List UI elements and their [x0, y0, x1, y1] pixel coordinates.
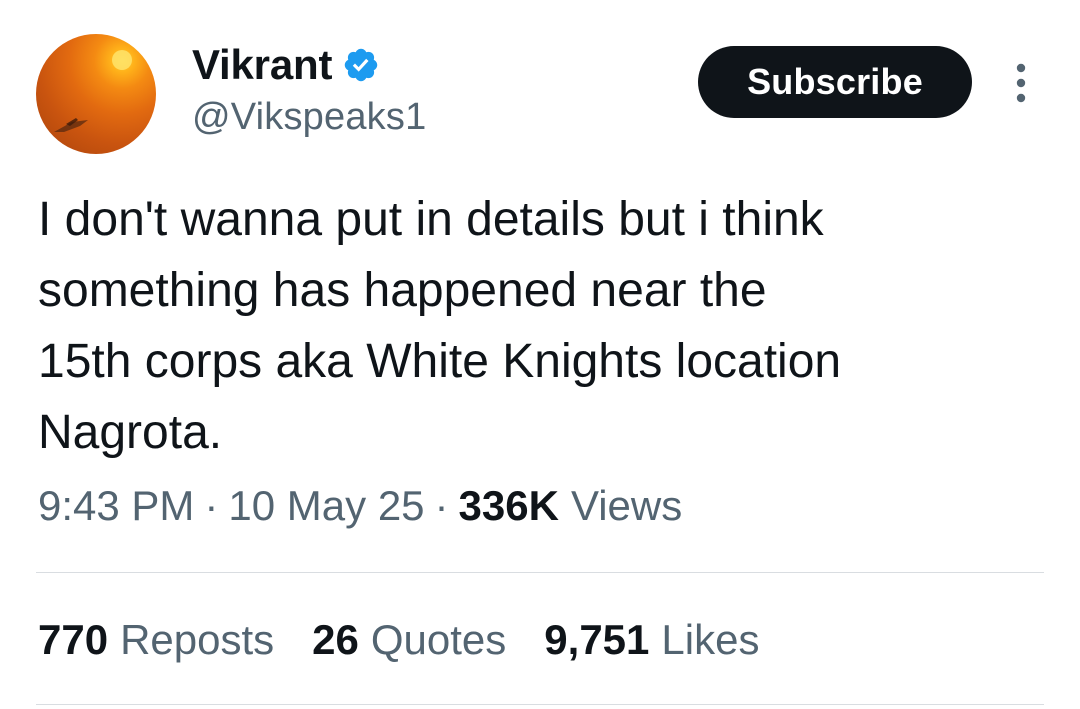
reposts-count: 770 [38, 616, 109, 663]
tweet-date[interactable]: 10 May 25 [228, 482, 424, 530]
views-count: 336K [458, 482, 559, 529]
likes-count: 9,751 [544, 616, 650, 663]
views-label: Views [570, 482, 683, 529]
avatar[interactable] [36, 34, 156, 154]
user-handle[interactable]: @Vikspeaks1 [192, 96, 426, 139]
meta-separator: · [204, 482, 219, 529]
meta-separator: · [434, 482, 449, 529]
tweet-text: I don't wanna put in details but i think… [38, 193, 842, 459]
divider [36, 572, 1044, 573]
quotes-count: 26 [312, 616, 359, 663]
divider [36, 704, 1044, 705]
likes-stat[interactable]: 9,751 Likes [544, 616, 759, 664]
tweet-card: Vikrant @Vikspeaks1 Subscribe I don't wa… [0, 0, 1080, 709]
quotes-stat[interactable]: 26 Quotes [312, 616, 506, 664]
reposts-label: Reposts [120, 616, 275, 663]
name-row: Vikrant [192, 40, 380, 90]
quotes-label: Quotes [370, 616, 507, 663]
subscribe-button[interactable]: Subscribe [698, 46, 972, 118]
tweet-meta: 9:43 PM · 10 May 25 · 336K Views [38, 482, 682, 530]
engagement-stats: 770 Reposts 26 Quotes 9,751 Likes [38, 616, 797, 664]
tweet-time[interactable]: 9:43 PM [38, 482, 194, 530]
more-vertical-icon[interactable] [1008, 62, 1034, 104]
verified-badge-icon[interactable] [342, 46, 380, 84]
likes-label: Likes [661, 616, 760, 663]
display-name[interactable]: Vikrant [192, 41, 332, 89]
reposts-stat[interactable]: 770 Reposts [38, 616, 274, 664]
avatar-image [54, 50, 132, 132]
